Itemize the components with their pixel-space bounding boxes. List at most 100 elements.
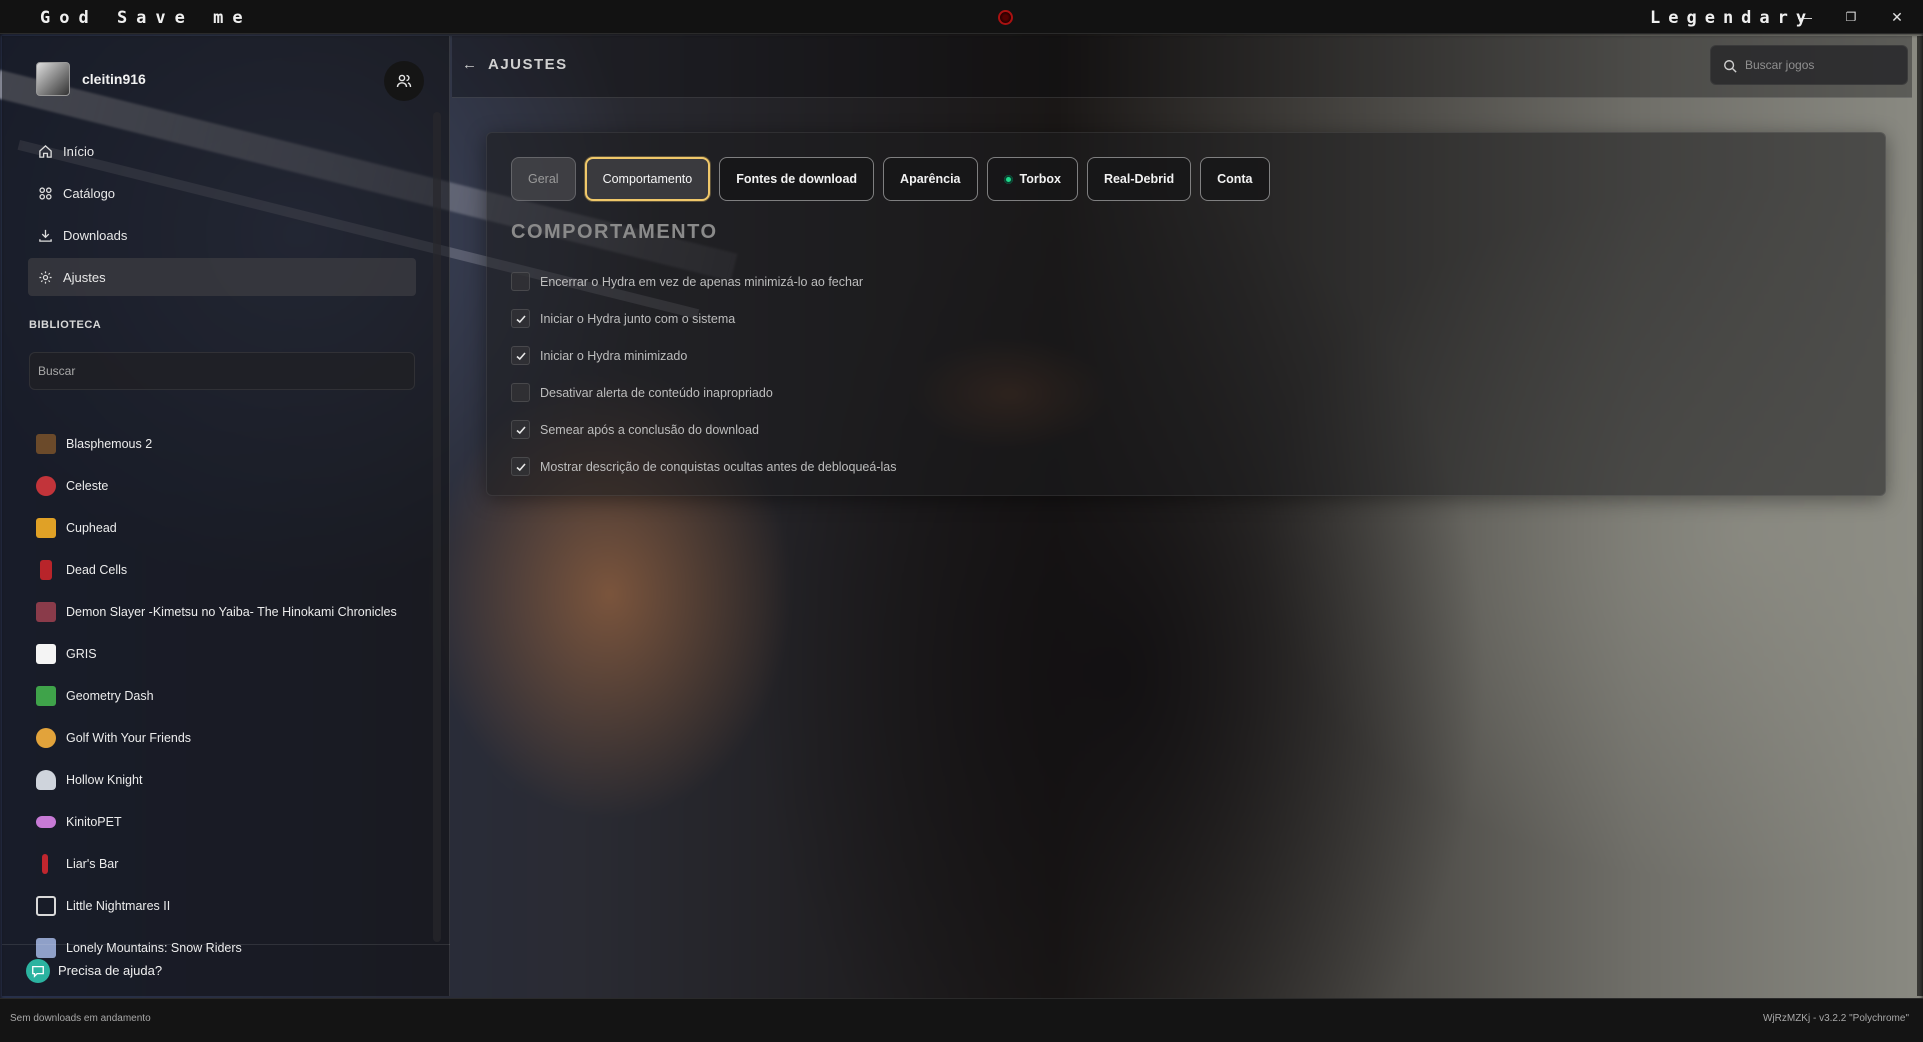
grid-icon (39, 186, 52, 200)
game-name: Demon Slayer -Kimetsu no Yaiba- The Hino… (66, 605, 397, 619)
nav-item-settings[interactable]: Ajustes (28, 258, 416, 296)
tab-download-sources[interactable]: Fontes de download (719, 157, 875, 201)
game-item-hollow-knight[interactable]: Hollow Knight (28, 759, 428, 801)
game-cover-icon (36, 434, 56, 454)
game-item-little-nightmares-ii[interactable]: Little Nightmares II (28, 885, 428, 927)
minimize-button[interactable]: — (1794, 6, 1816, 28)
tab-torbox[interactable]: Torbox (986, 157, 1078, 201)
tab-appearance[interactable]: Aparência (883, 157, 978, 201)
option-seed-after-download[interactable]: Semear após a conclusão do download (511, 411, 896, 448)
game-cover-icon (36, 476, 56, 496)
game-name: Cuphead (66, 521, 117, 535)
game-cover-icon (36, 770, 56, 790)
game-cover-icon (36, 518, 56, 538)
game-item-kinitopet[interactable]: KinitoPET (28, 801, 428, 843)
option-start-with-system[interactable]: Iniciar o Hydra junto com o sistema (511, 300, 896, 337)
nav-item-label: Início (63, 143, 95, 159)
tab-account[interactable]: Conta (1200, 157, 1270, 201)
search-icon (1724, 60, 1737, 73)
game-item-demon-slayer[interactable]: Demon Slayer -Kimetsu no Yaiba- The Hino… (28, 591, 428, 633)
game-item-golf-with-your-friends[interactable]: Golf With Your Friends (28, 717, 428, 759)
option-label: Semear após a conclusão do download (540, 422, 759, 437)
chat-help-icon (26, 958, 50, 983)
game-list: Blasphemous 2 Celeste Cuphead Dead Cells… (28, 423, 428, 969)
download-status: Sem downloads em andamento (10, 1013, 151, 1024)
option-label: Iniciar o Hydra minimizado (540, 348, 688, 363)
library-search-input[interactable] (29, 352, 415, 390)
option-close-app[interactable]: Encerrar o Hydra em vez de apenas minimi… (511, 263, 896, 300)
checkmark-icon (515, 314, 526, 323)
game-cover-icon (42, 854, 48, 874)
torbox-icon (1003, 174, 1013, 184)
download-icon (39, 229, 52, 242)
game-name: Hollow Knight (66, 773, 143, 787)
username: cleitin916 (82, 71, 146, 87)
checkmark-icon (515, 462, 526, 471)
help-button[interactable]: Precisa de ajuda? (2, 944, 450, 996)
library-title: BIBLIOTECA (29, 319, 102, 331)
close-button[interactable]: ✕ (1886, 6, 1908, 28)
main-nav: Início Catálogo Downloads Ajustes (28, 132, 416, 300)
game-name: KinitoPET (66, 815, 122, 829)
option-show-hidden-achievements[interactable]: Mostrar descrição de conquistas ocultas … (511, 448, 896, 485)
friends-button[interactable] (384, 61, 424, 101)
game-cover-icon (36, 644, 56, 664)
game-cover-icon (40, 560, 52, 580)
option-label: Desativar alerta de conteúdo inapropriad… (540, 385, 773, 400)
option-disable-nsfw-alert[interactable]: Desativar alerta de conteúdo inapropriad… (511, 374, 896, 411)
game-item-gris[interactable]: GRIS (28, 633, 428, 675)
checkbox-checked[interactable] (511, 309, 530, 328)
version-label[interactable]: WjRzMZKj - v3.2.2 "Polychrome" (1763, 1013, 1909, 1024)
game-search[interactable] (1710, 45, 1908, 85)
game-name: Celeste (66, 479, 109, 493)
game-item-blasphemous-2[interactable]: Blasphemous 2 (28, 423, 428, 465)
checkbox-checked[interactable] (511, 346, 530, 365)
game-name: Blasphemous 2 (66, 437, 153, 451)
avatar (36, 62, 70, 96)
main-header: ← AJUSTES (452, 36, 1912, 98)
game-item-dead-cells[interactable]: Dead Cells (28, 549, 428, 591)
checkbox-unchecked[interactable] (511, 383, 530, 402)
nav-item-catalog[interactable]: Catálogo (28, 174, 416, 212)
nav-item-label: Downloads (63, 227, 128, 243)
nav-item-home[interactable]: Início (28, 132, 416, 170)
game-cover-icon (36, 686, 56, 706)
game-item-geometry-dash[interactable]: Geometry Dash (28, 675, 428, 717)
checkbox-checked[interactable] (511, 457, 530, 476)
page-title: AJUSTES (488, 56, 568, 73)
checkbox-checked[interactable] (511, 420, 530, 439)
game-item-cuphead[interactable]: Cuphead (28, 507, 428, 549)
theme-name: Legendary (1650, 8, 1815, 28)
nav-item-downloads[interactable]: Downloads (28, 216, 416, 254)
maximize-button[interactable]: ❐ (1840, 6, 1862, 28)
behavior-options: Encerrar o Hydra em vez de apenas minimi… (511, 263, 896, 485)
sidebar-scrollbar[interactable] (433, 112, 441, 942)
app-logo-icon (998, 10, 1013, 25)
option-label: Mostrar descrição de conquistas ocultas … (540, 459, 897, 474)
window-edge (1917, 36, 1923, 996)
tab-real-debrid[interactable]: Real-Debrid (1086, 157, 1192, 201)
nav-item-label: Catálogo (63, 185, 116, 201)
game-search-input[interactable] (1745, 46, 1905, 84)
game-name: Dead Cells (66, 563, 128, 577)
title-bar: God Save me Legendary — ❐ ✕ (0, 0, 1923, 34)
gear-icon (39, 270, 52, 284)
option-label: Encerrar o Hydra em vez de apenas minimi… (540, 274, 864, 289)
back-button[interactable]: ← (462, 56, 477, 73)
sidebar: cleitin916 Início Catálogo Downloads Aju… (2, 36, 450, 996)
tab-label: Torbox (1019, 172, 1061, 186)
friends-icon (396, 74, 412, 88)
tab-behavior[interactable]: Comportamento (584, 157, 711, 201)
help-label: Precisa de ajuda? (58, 963, 163, 978)
game-item-liars-bar[interactable]: Liar's Bar (28, 843, 428, 885)
profile-button[interactable]: cleitin916 (36, 62, 146, 96)
section-heading: COMPORTAMENTO (511, 221, 718, 243)
game-name: Golf With Your Friends (66, 731, 192, 745)
option-start-minimized[interactable]: Iniciar o Hydra minimizado (511, 337, 896, 374)
game-cover-icon (36, 816, 56, 828)
game-name: Little Nightmares II (66, 899, 171, 913)
status-bar: Sem downloads em andamento WjRzMZKj - v3… (0, 998, 1923, 1042)
game-item-celeste[interactable]: Celeste (28, 465, 428, 507)
checkbox-unchecked[interactable] (511, 272, 530, 291)
tab-general[interactable]: Geral (511, 157, 576, 201)
